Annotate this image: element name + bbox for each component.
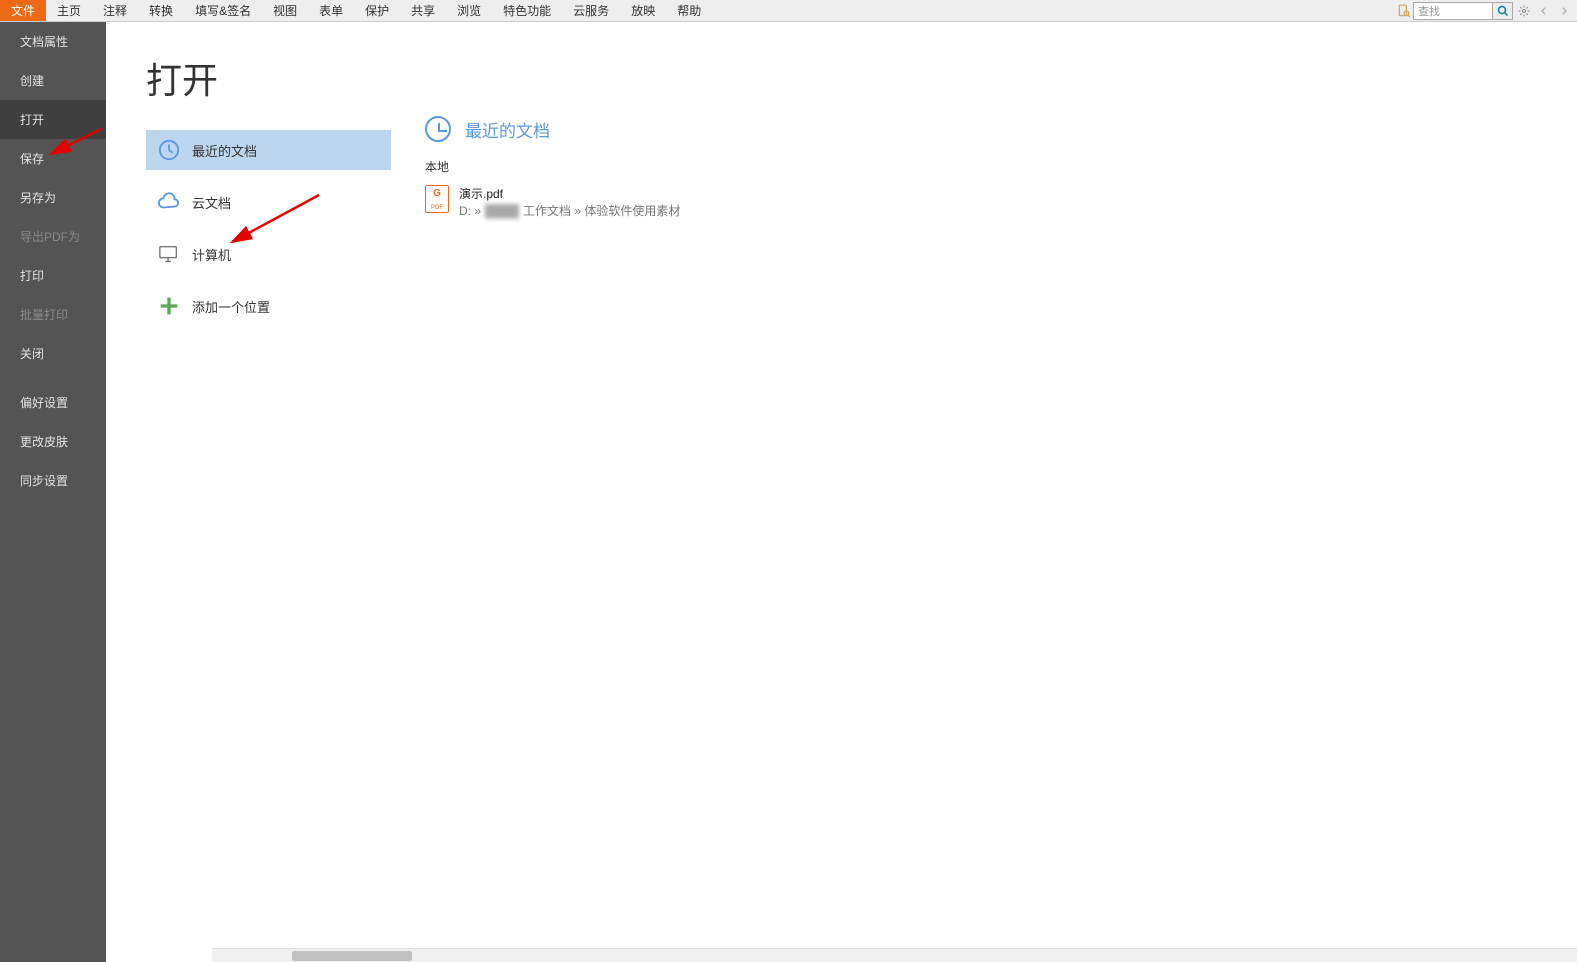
scrollbar-thumb[interactable] xyxy=(292,951,412,961)
search-button[interactable] xyxy=(1493,2,1513,20)
sidebar-item-export: 导出PDF为 xyxy=(0,217,106,256)
sidebar-item-print[interactable]: 打印 xyxy=(0,256,106,295)
section-title: 最近的文档 xyxy=(465,117,550,142)
page-title: 打开 xyxy=(146,52,391,104)
clock-icon xyxy=(425,116,451,142)
tab-annotate[interactable]: 注释 xyxy=(92,0,138,21)
option-label: 计算机 xyxy=(192,245,231,264)
tab-view[interactable]: 视图 xyxy=(262,0,308,21)
pdf-file-icon: PDF xyxy=(425,185,449,213)
recent-file-row[interactable]: PDF 演示.pdf D: » ████ 工作文档 » 体验软件使用素材 xyxy=(425,181,680,223)
tab-form[interactable]: 表单 xyxy=(308,0,354,21)
clock-icon xyxy=(158,139,180,161)
sidebar-item-properties[interactable]: 文档属性 xyxy=(0,22,106,61)
tab-fill-sign[interactable]: 填写&签名 xyxy=(184,0,262,21)
tab-protect[interactable]: 保护 xyxy=(354,0,400,21)
sidebar-item-close[interactable]: 关闭 xyxy=(0,334,106,373)
option-label: 最近的文档 xyxy=(192,141,257,160)
tab-features[interactable]: 特色功能 xyxy=(492,0,562,21)
gear-icon[interactable] xyxy=(1515,2,1533,20)
sidebar-item-saveas[interactable]: 另存为 xyxy=(0,178,106,217)
tab-cloud[interactable]: 云服务 xyxy=(562,0,620,21)
sidebar-item-open[interactable]: 打开 xyxy=(0,100,106,139)
file-path: D: » ████ 工作文档 » 体验软件使用素材 xyxy=(459,202,680,219)
option-label: 云文档 xyxy=(192,193,231,212)
tab-share[interactable]: 共享 xyxy=(400,0,446,21)
nav-forward-icon[interactable] xyxy=(1555,2,1573,20)
tab-home[interactable]: 主页 xyxy=(46,0,92,21)
tab-browse[interactable]: 浏览 xyxy=(446,0,492,21)
sidebar-item-sync[interactable]: 同步设置 xyxy=(0,461,106,500)
option-cloud[interactable]: 云文档 xyxy=(146,182,391,222)
tab-slideshow[interactable]: 放映 xyxy=(620,0,666,21)
cloud-icon xyxy=(158,191,180,213)
file-name: 演示.pdf xyxy=(459,185,680,202)
main-panel: 打开 最近的文档 云文档 计算机 xyxy=(106,22,1577,962)
local-label: 本地 xyxy=(425,158,680,175)
plus-icon xyxy=(158,295,180,317)
option-computer[interactable]: 计算机 xyxy=(146,234,391,274)
search-input[interactable]: 查找 xyxy=(1413,2,1493,20)
option-label: 添加一个位置 xyxy=(192,297,270,316)
horizontal-scrollbar[interactable] xyxy=(212,948,1577,962)
option-recent[interactable]: 最近的文档 xyxy=(146,130,391,170)
divider xyxy=(0,373,106,383)
sidebar-item-batch-print: 批量打印 xyxy=(0,295,106,334)
find-page-icon[interactable] xyxy=(1395,2,1413,20)
tab-convert[interactable]: 转换 xyxy=(138,0,184,21)
file-sidebar: 文档属性 创建 打开 保存 另存为 导出PDF为 打印 批量打印 关闭 偏好设置… xyxy=(0,22,106,962)
nav-back-icon[interactable] xyxy=(1535,2,1553,20)
option-add-location[interactable]: 添加一个位置 xyxy=(146,286,391,326)
tab-file[interactable]: 文件 xyxy=(0,0,46,21)
tab-help[interactable]: 帮助 xyxy=(666,0,712,21)
sidebar-item-create[interactable]: 创建 xyxy=(0,61,106,100)
computer-icon xyxy=(158,243,180,265)
sidebar-item-skin[interactable]: 更改皮肤 xyxy=(0,422,106,461)
top-menu-bar: 文件 主页 注释 转换 填写&签名 视图 表单 保护 共享 浏览 特色功能 云服… xyxy=(0,0,1577,22)
sidebar-item-save[interactable]: 保存 xyxy=(0,139,106,178)
sidebar-item-preferences[interactable]: 偏好设置 xyxy=(0,383,106,422)
